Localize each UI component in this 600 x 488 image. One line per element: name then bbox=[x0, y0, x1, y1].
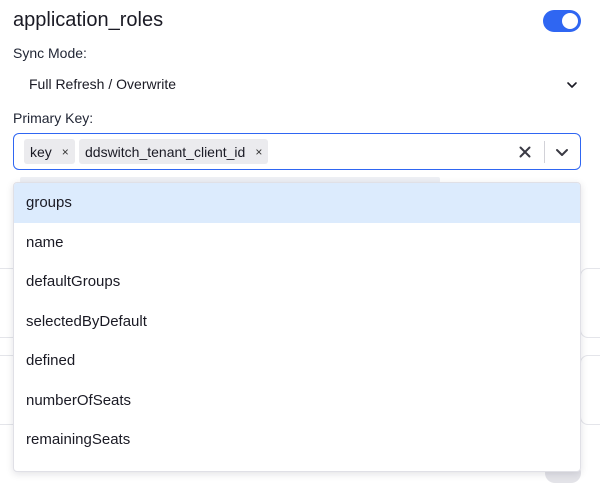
option-selectedbydefault[interactable]: selectedByDefault bbox=[14, 302, 580, 342]
chip-remove-icon[interactable]: × bbox=[255, 145, 262, 159]
sync-mode-value: Full Refresh / Overwrite bbox=[29, 76, 177, 92]
chevron-down-icon bbox=[567, 82, 577, 88]
chip-label: key bbox=[30, 143, 52, 160]
option-label: selectedByDefault bbox=[26, 312, 147, 330]
indicator-divider bbox=[544, 141, 545, 163]
chevron-down-icon[interactable] bbox=[554, 144, 570, 160]
option-label: groups bbox=[26, 194, 72, 212]
option-name[interactable]: name bbox=[14, 223, 580, 263]
background-card-4 bbox=[580, 355, 600, 425]
option-label: defaultGroups bbox=[26, 273, 121, 291]
option-label: remainingSeats bbox=[26, 431, 131, 449]
chip-ddswitch-tenant-client-id: ddswitch_tenant_client_id × bbox=[79, 139, 269, 164]
option-label: defined bbox=[26, 352, 76, 370]
option-groups[interactable]: groups bbox=[14, 183, 580, 223]
chip-remove-icon[interactable]: × bbox=[62, 145, 69, 159]
option-numberofseats[interactable]: numberOfSeats bbox=[14, 381, 580, 421]
option-defined[interactable]: defined bbox=[14, 341, 580, 381]
chip-label: ddswitch_tenant_client_id bbox=[85, 143, 246, 160]
clear-icon[interactable] bbox=[517, 144, 533, 160]
sync-mode-label: Sync Mode: bbox=[13, 45, 87, 61]
stream-enabled-toggle[interactable] bbox=[543, 10, 581, 32]
primary-key-label: Primary Key: bbox=[13, 110, 94, 126]
chip-key: key × bbox=[24, 139, 75, 164]
sync-mode-select[interactable]: Full Refresh / Overwrite bbox=[13, 70, 581, 100]
option-defaultgroups[interactable]: defaultGroups bbox=[14, 262, 580, 302]
option-remainingseats[interactable]: remainingSeats bbox=[14, 420, 580, 460]
option-label: name bbox=[26, 233, 64, 251]
primary-key-dropdown-menu: groups name defaultGroups selectedByDefa… bbox=[13, 182, 581, 472]
primary-key-select[interactable]: key × ddswitch_tenant_client_id × bbox=[13, 133, 581, 170]
stream-title: application_roles bbox=[13, 9, 164, 31]
toggle-knob bbox=[562, 13, 578, 29]
option-label: numberOfSeats bbox=[26, 391, 132, 409]
background-card-3 bbox=[580, 268, 600, 338]
